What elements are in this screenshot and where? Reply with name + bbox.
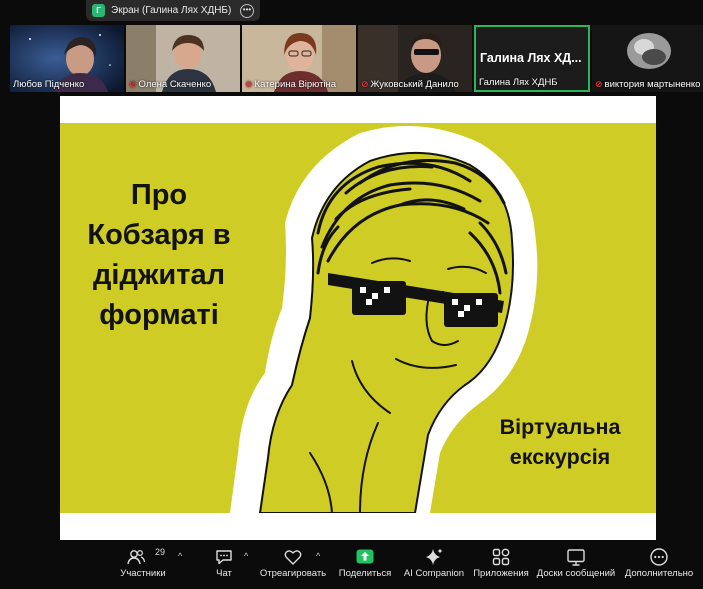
participant-name-5: Галина Лях ХДНБ	[479, 77, 558, 88]
apps-label: Приложения	[473, 568, 529, 579]
participant-display-name-5: Галина Лях ХД...	[480, 51, 582, 65]
participant-name-3: ⊘ Катерина Вірютіна	[245, 79, 337, 90]
mic-muted-icon: ⊘	[595, 79, 603, 89]
more-icon	[650, 548, 668, 566]
share-banner-title: Экран (Галина Лях ХДНБ)	[111, 5, 232, 16]
participant-tile-2[interactable]: ⊘ Олена Скаченко	[126, 25, 240, 92]
participants-label: Участники	[120, 568, 166, 579]
react-button[interactable]: Отреагировать	[256, 542, 330, 589]
chat-options-caret[interactable]: ^	[244, 551, 248, 561]
presentation-slide: Про Кобзаря в діджитал форматі Віртуальн…	[60, 123, 656, 513]
slide-title: Про Кобзаря в діджитал форматі	[87, 179, 231, 331]
apps-button[interactable]: Приложения	[470, 542, 532, 589]
participant-tile-6[interactable]: ⊘ виктория мартыненко	[592, 25, 703, 92]
participants-count: 29	[155, 547, 166, 557]
participant-tile-3[interactable]: ⊘ Катерина Вірютіна	[242, 25, 356, 92]
participant-name-2: ⊘ Олена Скаченко	[129, 79, 212, 90]
share-label: Поделиться	[338, 568, 392, 579]
screen-share-banner[interactable]: Г Экран (Галина Лях ХДНБ) •••	[86, 0, 260, 21]
chat-label: Чат	[216, 568, 232, 579]
mic-muted-icon: ⊘	[361, 79, 369, 89]
ai-companion-button[interactable]: AI Companion	[400, 542, 468, 589]
more-options-icon[interactable]: •••	[240, 3, 254, 18]
sparkle-icon	[426, 548, 443, 565]
meeting-toolbar: 29 Участники ^ Чат ^ Отреагировать ^ Под…	[0, 542, 703, 589]
participant-tile-5-active-speaker[interactable]: Галина Лях ХД... Галина Лях ХДНБ	[474, 25, 590, 92]
more-label: Дополнительно	[624, 568, 694, 579]
apps-icon	[492, 548, 510, 566]
participant-name-6: ⊘ виктория мартыненко	[595, 79, 701, 90]
participant-strip: Любов Підченко ⊘ Олена Скаченко ⊘ Катерина…	[0, 25, 703, 92]
participant-name-1: Любов Підченко	[13, 79, 85, 90]
slide-subtitle: Віртуальна екскурсія	[499, 415, 621, 469]
whiteboards-button[interactable]: Доски сообщений	[534, 542, 618, 589]
whiteboards-label: Доски сообщений	[536, 568, 616, 579]
share-screen-icon	[356, 549, 374, 564]
ai-companion-label: AI Companion	[403, 568, 465, 579]
sharer-badge: Г	[92, 4, 105, 17]
mic-muted-icon: ⊘	[129, 79, 137, 89]
mic-muted-icon: ⊘	[245, 79, 253, 89]
heart-icon	[284, 550, 302, 565]
participant-tile-4[interactable]: ⊘ Жуковський Данило	[358, 25, 472, 92]
chat-icon	[216, 550, 232, 565]
share-screen-button[interactable]: Поделиться	[334, 542, 396, 589]
participant-name-4: ⊘ Жуковський Данило	[361, 79, 459, 90]
shared-screen: Про Кобзаря в діджитал форматі Віртуальн…	[60, 96, 656, 540]
participants-button[interactable]: 29 Участники	[108, 542, 178, 589]
more-button[interactable]: Дополнительно	[622, 542, 696, 589]
participant-tile-1[interactable]: Любов Підченко	[10, 25, 124, 92]
participants-options-caret[interactable]: ^	[178, 551, 182, 561]
whiteboard-icon	[567, 549, 585, 566]
chat-button[interactable]: Чат	[200, 542, 248, 589]
participants-icon	[127, 549, 146, 565]
react-label: Отреагировать	[259, 568, 327, 579]
react-options-caret[interactable]: ^	[316, 551, 320, 561]
